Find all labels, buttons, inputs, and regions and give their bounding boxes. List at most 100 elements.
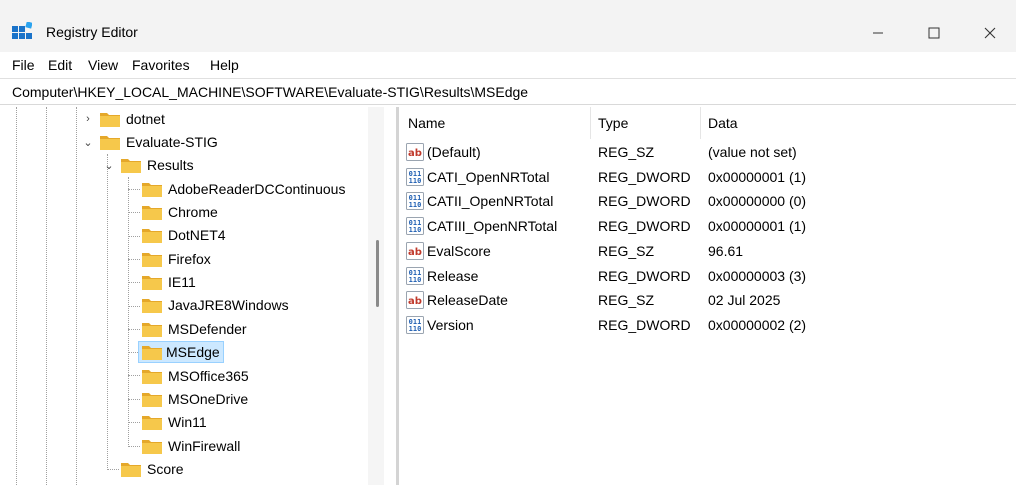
menu-view[interactable]: View (88, 57, 118, 73)
tree-guide-line (128, 399, 140, 400)
minimize-button[interactable] (855, 18, 901, 48)
tree-guide-line (128, 446, 140, 447)
value-row[interactable]: ab (Default) REG_SZ (value not set) (400, 140, 1016, 165)
menu-file[interactable]: File (12, 57, 35, 73)
value-name: Release (427, 267, 479, 284)
tree-item-evaluate-stig[interactable]: Evaluate-STIG (100, 131, 220, 153)
pane-splitter[interactable] (396, 107, 399, 485)
value-type: REG_DWORD (598, 218, 691, 235)
tree-guide-line (128, 375, 140, 376)
tree-item-label: Firefox (168, 251, 211, 267)
value-data: 0x00000002 (2) (708, 316, 807, 333)
selection-highlight: MSEdge (138, 341, 224, 363)
tree-guide-line (76, 107, 77, 485)
menu-bar: File Edit View Favorites Help (0, 52, 1016, 78)
tree-item-label: Score (147, 461, 184, 477)
column-header-data[interactable]: Data (708, 107, 738, 139)
svg-text:110: 110 (409, 226, 422, 234)
menu-edit[interactable]: Edit (48, 57, 72, 73)
menu-help[interactable]: Help (210, 57, 239, 73)
close-button[interactable] (967, 18, 1013, 48)
tree-item-firefox[interactable]: Firefox (142, 248, 213, 270)
address-bar[interactable]: Computer\HKEY_LOCAL_MACHINE\SOFTWARE\Eva… (0, 78, 1016, 105)
folder-icon (142, 253, 162, 267)
values-list-pane[interactable]: Name Type Data ab (Default) REG_SZ (value n… (400, 107, 1016, 485)
value-row[interactable]: ab ReleaseDate REG_SZ 02 Jul 2025 (400, 288, 1016, 313)
value-row[interactable]: 011 110 CATI_OpenNRTotal REG_DWORD 0x0000000… (400, 165, 1016, 190)
tree-item-msdefender[interactable]: MSDefender (142, 318, 249, 340)
tree-item-msedge[interactable]: MSEdge (138, 341, 224, 363)
tree-item-label: MSOffice365 (168, 368, 249, 384)
tree-item-label: WinFirewall (168, 438, 241, 454)
folder-icon (142, 393, 162, 407)
string-value-icon: ab (406, 143, 424, 161)
dword-value-icon: 011110 (406, 266, 424, 285)
folder-open-icon (100, 136, 120, 150)
tree-item-dotnet4[interactable]: DotNET4 (142, 224, 228, 246)
svg-text:ab: ab (408, 247, 422, 258)
tree-item-javajre8windows[interactable]: JavaJRE8Windows (142, 294, 291, 316)
tree-item-winfirewall[interactable]: WinFirewall (142, 435, 242, 457)
tree-guide-line (107, 469, 119, 470)
tree-item-label: Evaluate-STIG (126, 134, 218, 150)
folder-icon (142, 229, 162, 243)
tree-item-label: Results (147, 157, 194, 173)
expand-chevron-icon[interactable]: › (82, 113, 94, 125)
folder-icon (142, 206, 162, 220)
column-header-name[interactable]: Name (408, 107, 445, 139)
close-icon (984, 27, 996, 39)
folder-icon (142, 416, 162, 430)
tree-guide-line (128, 177, 129, 447)
folder-icon (142, 440, 162, 454)
tree-guide-line (128, 329, 140, 330)
value-row[interactable]: 011 110 CATIII_OpenNRTotal REG_DWORD 0x00000… (400, 214, 1016, 239)
collapse-chevron-icon[interactable]: ⌄ (103, 159, 115, 172)
value-row[interactable]: 011 110 Release REG_DWORD 0x00000003 (3) (400, 264, 1016, 289)
tree-item-label: dotnet (126, 111, 165, 127)
tree-item-label: MSOneDrive (168, 391, 249, 407)
tree-item-results[interactable]: Results (121, 154, 196, 176)
column-divider[interactable] (590, 107, 591, 139)
tree-item-label: MSDefender (168, 321, 247, 337)
tree-item-label: AdobeReaderDCContinuous (168, 181, 346, 197)
value-type: REG_DWORD (598, 168, 691, 185)
value-data: (value not set) (708, 144, 797, 160)
tree-item-adobereaderdccontinuous[interactable]: AdobeReaderDCContinuous (142, 178, 347, 200)
tree-item-score[interactable]: Score (121, 458, 186, 480)
value-row[interactable]: ab EvalScore REG_SZ 96.61 (400, 239, 1016, 264)
column-header-type[interactable]: Type (598, 107, 628, 139)
menu-favorites[interactable]: Favorites (132, 57, 190, 73)
tree-scrollbar-thumb[interactable] (376, 240, 379, 307)
tree-guide-line (128, 306, 140, 307)
key-tree-pane[interactable]: › ⌄ ⌄ dotnet Evaluate-STIG Results Adobe… (10, 107, 396, 485)
folder-open-icon (121, 159, 141, 173)
value-row[interactable]: 011 110 Version REG_DWORD 0x00000002 (2) (400, 313, 1016, 338)
maximize-icon (928, 27, 940, 39)
value-row[interactable]: 011 110 CATII_OpenNRTotal REG_DWORD 0x000000… (400, 189, 1016, 214)
tree-item-win11[interactable]: Win11 (142, 411, 209, 433)
svg-text:110: 110 (409, 201, 422, 209)
collapse-chevron-icon[interactable]: ⌄ (82, 136, 94, 149)
dword-value-icon: 011110 (406, 192, 424, 211)
maximize-button[interactable] (911, 18, 957, 48)
svg-text:110: 110 (409, 177, 422, 185)
tree-item-label: Win11 (168, 414, 207, 430)
value-name: CATIII_OpenNRTotal (427, 218, 558, 235)
value-name: (Default) (427, 144, 481, 160)
folder-icon (142, 183, 162, 197)
tree-item-ie11[interactable]: IE11 (142, 271, 198, 293)
tree-item-label: IE11 (168, 274, 196, 290)
column-divider[interactable] (700, 107, 701, 139)
dword-value-icon: 011110 (406, 217, 424, 236)
tree-item-msonedrive[interactable]: MSOneDrive (142, 388, 250, 410)
tree-item-msoffice365[interactable]: MSOffice365 (142, 365, 251, 387)
tree-guide-line (107, 154, 108, 470)
tree-item-dotnet[interactable]: dotnet (100, 108, 167, 130)
tree-item-label: MSEdge (166, 344, 220, 360)
title-bar[interactable]: Registry Editor (0, 0, 1016, 52)
window-title: Registry Editor (46, 24, 138, 40)
tree-item-chrome[interactable]: Chrome (142, 201, 220, 223)
value-data: 02 Jul 2025 (708, 292, 781, 309)
address-path[interactable]: Computer\HKEY_LOCAL_MACHINE\SOFTWARE\Eva… (12, 84, 528, 100)
value-name: CATII_OpenNRTotal (427, 193, 554, 210)
